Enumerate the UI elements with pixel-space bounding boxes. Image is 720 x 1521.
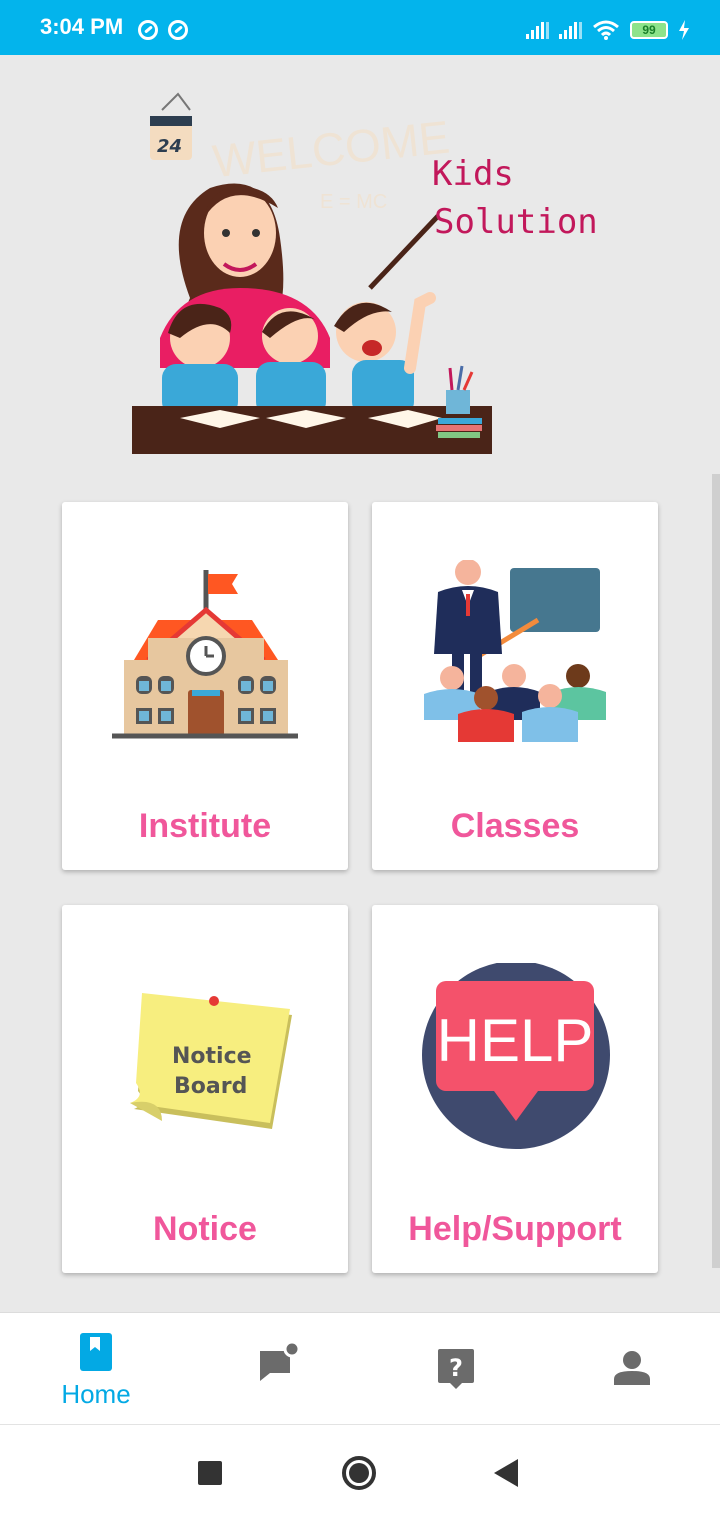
svg-text:HELP: HELP xyxy=(437,1007,594,1074)
battery-icon: 99 xyxy=(630,21,668,39)
help-support-card[interactable]: HELP Help/Support xyxy=(372,905,658,1273)
svg-text:Board: Board xyxy=(174,1074,247,1099)
charging-icon xyxy=(679,20,689,40)
signal-icon xyxy=(559,21,582,39)
calendar-icon: 24 xyxy=(150,92,192,160)
nav-profile[interactable] xyxy=(542,1313,720,1425)
school-building-icon xyxy=(112,570,298,739)
home-book-icon xyxy=(80,1333,112,1371)
nav-home[interactable]: Home xyxy=(6,1313,186,1425)
status-notification-icons xyxy=(138,20,188,40)
svg-text:WELCOME: WELCOME xyxy=(210,111,452,188)
svg-text:Notice: Notice xyxy=(172,1044,252,1069)
svg-text:E = MC: E = MC xyxy=(320,191,387,213)
classes-card[interactable]: Classes xyxy=(372,502,658,870)
nav-help[interactable]: ? xyxy=(366,1313,546,1425)
help-support-label: Help/Support xyxy=(408,1210,622,1248)
status-time: 3:04 PM xyxy=(40,14,124,39)
signal-icon xyxy=(526,21,549,39)
teacher-classroom-icon xyxy=(424,560,606,742)
svg-text:?: ? xyxy=(449,1354,463,1382)
help-bubble-icon: HELP xyxy=(422,963,610,1149)
profile-icon xyxy=(614,1351,650,1385)
recents-icon[interactable] xyxy=(198,1461,222,1485)
status-system-icons: 99 xyxy=(526,20,690,40)
classes-label: Classes xyxy=(450,807,580,845)
notice-label: Notice xyxy=(153,1210,257,1248)
chat-notification-icon xyxy=(260,1341,301,1381)
wifi-icon xyxy=(593,20,619,40)
home-circle-icon[interactable] xyxy=(341,1455,377,1491)
notice-board-icon: Notice Board xyxy=(130,993,292,1129)
nav-messages[interactable] xyxy=(190,1313,370,1425)
scrollbar[interactable] xyxy=(712,474,720,1268)
hero-banner: WELCOME E = MC 24 Kids Solution xyxy=(120,88,660,466)
institute-card[interactable]: Institute xyxy=(62,502,348,870)
teacher-kids-illustration: WELCOME E = MC 24 xyxy=(132,92,492,454)
app-title-line2: Solution xyxy=(434,202,598,242)
nav-home-label: Home xyxy=(61,1379,131,1409)
bottom-navigation: Home ? xyxy=(0,1312,720,1425)
sync-icon xyxy=(138,20,158,40)
help-question-icon: ? xyxy=(438,1349,474,1389)
institute-label: Institute xyxy=(138,807,272,845)
back-icon[interactable] xyxy=(494,1459,518,1487)
app-title-line1: Kids xyxy=(432,154,514,194)
svg-text:24: 24 xyxy=(157,136,182,157)
status-bar: 3:04 PM 99 xyxy=(0,0,720,55)
app-title: Kids Solution xyxy=(432,150,598,246)
sync-icon xyxy=(168,20,188,40)
notice-card[interactable]: Notice Board Notice xyxy=(62,905,348,1273)
system-navigation-bar xyxy=(0,1424,720,1521)
